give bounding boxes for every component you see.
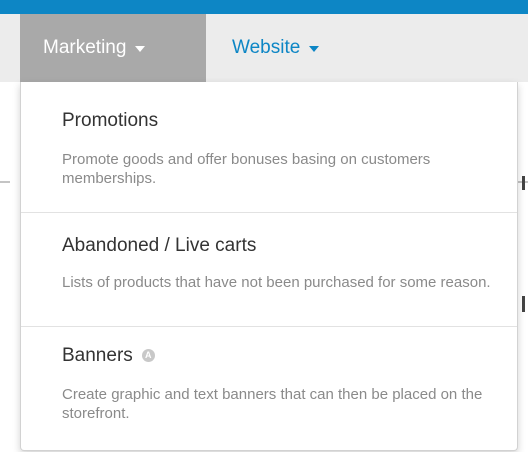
marketing-dropdown-menu: Promotions Promote goods and offer bonus… [20,82,518,451]
website-menu-tab[interactable]: Website [206,14,386,82]
chevron-down-icon [135,46,146,52]
menu-item-title: Promotions [62,110,159,131]
menu-item-abandoned-live-carts[interactable]: Abandoned / Live carts Lists of products… [21,212,517,326]
menu-item-description: Lists of products that have not been pur… [62,274,491,291]
chevron-down-icon [309,46,320,52]
menu-item-title: Banners [62,345,133,366]
menu-item-description: Promote goods and offer bonuses basing o… [62,151,431,187]
background-divider [0,181,10,183]
menu-item-banners[interactable]: Banners A Create graphic and text banners… [21,326,517,450]
menu-item-title: Abandoned / Live carts [62,235,257,256]
menu-item-title-row: Banners A [62,345,155,367]
top-accent-bar [0,0,528,14]
menu-item-promotions[interactable]: Promotions Promote goods and offer bonus… [21,82,517,212]
marketing-menu-label: Marketing [43,37,127,58]
menu-item-description: Create graphic and text banners that can… [62,386,483,422]
marketing-menu-tab[interactable]: Marketing [20,14,206,82]
website-menu-label: Website [232,37,301,58]
background-fragment [522,176,525,190]
addon-badge-icon: A [141,348,155,362]
background-fragment [522,296,525,312]
